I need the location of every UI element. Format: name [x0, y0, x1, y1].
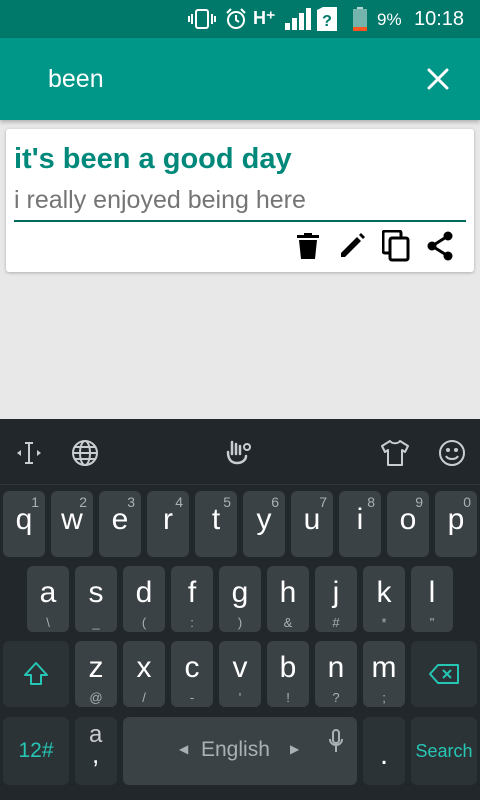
key-h[interactable]: h &	[267, 566, 309, 632]
text-cursor-icon	[17, 442, 41, 464]
battery-percent: 9%	[377, 10, 402, 29]
delete-button[interactable]	[291, 229, 325, 263]
copy-icon	[382, 230, 410, 262]
alarm-icon	[223, 7, 249, 31]
shift-icon	[24, 662, 48, 685]
symbols-key[interactable]: 12#	[3, 717, 69, 785]
share-icon	[427, 231, 453, 261]
battery-icon	[352, 7, 368, 31]
card-divider	[14, 220, 466, 222]
gesture-button[interactable]	[218, 433, 258, 473]
network-type-label: H⁺	[253, 8, 276, 28]
key-n[interactable]: n?	[315, 641, 357, 707]
no-sim-icon: ?	[316, 7, 338, 31]
language-next-arrow: ▶	[290, 742, 300, 756]
key-q[interactable]: 1q	[3, 491, 45, 557]
key-b[interactable]: b!	[267, 641, 309, 707]
space-bar-label: English	[201, 738, 270, 761]
card-subtitle: i really enjoyed being here	[14, 186, 306, 214]
tshirt-icon	[381, 440, 409, 466]
card-title: it's been a good day	[14, 143, 292, 175]
clock: 10:18	[414, 8, 465, 30]
key-f[interactable]: f:	[171, 566, 213, 632]
key-p[interactable]: 0p	[435, 491, 477, 557]
globe-icon	[72, 440, 98, 466]
keyboard-toolbar-divider	[0, 484, 480, 485]
edit-button[interactable]	[335, 229, 369, 263]
period-key[interactable]: .	[363, 717, 405, 785]
search-action-key[interactable]: Search	[411, 717, 477, 785]
phrase-card[interactable]: it's been a good day i really enjoyed be…	[6, 129, 474, 272]
key-g[interactable]: g)	[219, 566, 261, 632]
key-s[interactable]: s _	[75, 566, 117, 632]
soft-keyboard: 1q 2w 3e 4r 5t 6y 7u 8i 9o 0p a \ s _ d( f…	[0, 419, 480, 800]
microphone-icon	[329, 729, 343, 752]
search-app-bar	[0, 38, 480, 120]
space-bar[interactable]: ◀ English ▶	[123, 717, 357, 785]
key-a[interactable]: a \	[27, 566, 69, 632]
close-icon	[427, 68, 449, 90]
trash-icon	[297, 233, 319, 259]
vibrate-icon	[188, 7, 216, 31]
signal-icon	[284, 7, 312, 31]
backspace-icon	[429, 664, 459, 684]
key-e[interactable]: 3e	[99, 491, 141, 557]
key-v[interactable]: v '	[219, 641, 261, 707]
key-y[interactable]: 6y	[243, 491, 285, 557]
swipe-hand-icon	[226, 440, 251, 465]
smiley-icon	[439, 440, 465, 466]
key-j[interactable]: j #	[315, 566, 357, 632]
key-i[interactable]: 8i	[339, 491, 381, 557]
punctuation-key[interactable]: a ,	[75, 717, 117, 785]
copy-button[interactable]	[379, 229, 413, 263]
svg-text:?: ?	[322, 13, 332, 30]
key-t[interactable]: 5t	[195, 491, 237, 557]
key-z[interactable]: z @	[75, 641, 117, 707]
cursor-control-button[interactable]	[9, 433, 49, 473]
clear-search-button[interactable]	[418, 59, 458, 99]
pencil-icon	[341, 233, 365, 257]
share-button[interactable]	[423, 229, 457, 263]
key-k[interactable]: k *	[363, 566, 405, 632]
theme-button[interactable]	[375, 433, 415, 473]
key-x[interactable]: x /	[123, 641, 165, 707]
key-o[interactable]: 9o	[387, 491, 429, 557]
key-d[interactable]: d(	[123, 566, 165, 632]
emoji-button[interactable]	[432, 433, 472, 473]
key-r[interactable]: 4r	[147, 491, 189, 557]
backspace-key[interactable]	[411, 641, 477, 707]
key-w[interactable]: 2w	[51, 491, 93, 557]
language-button[interactable]	[65, 433, 105, 473]
key-c[interactable]: c-	[171, 641, 213, 707]
status-bar: H⁺ ? 9% 10:18	[0, 0, 480, 38]
key-u[interactable]: 7u	[291, 491, 333, 557]
shift-key[interactable]	[3, 641, 69, 707]
search-input[interactable]	[48, 62, 388, 96]
key-m[interactable]: m;	[363, 641, 405, 707]
key-l[interactable]: l "	[411, 566, 453, 632]
language-prev-arrow: ◀	[179, 742, 189, 756]
